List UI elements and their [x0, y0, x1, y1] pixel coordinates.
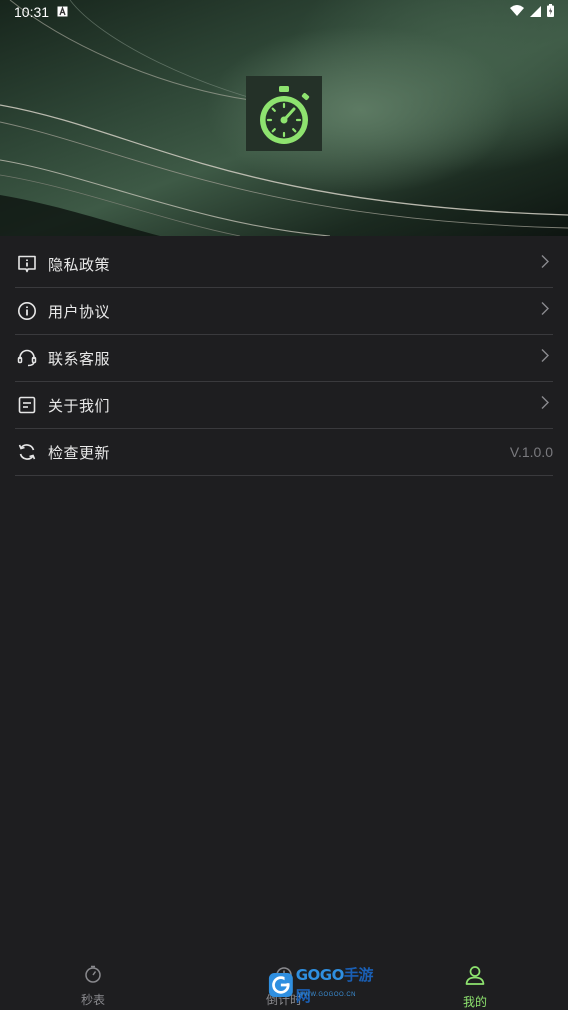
tab-label: 秒表	[80, 993, 105, 1007]
refresh-icon	[16, 441, 38, 463]
wifi-icon	[510, 4, 524, 20]
watermark-g-icon	[268, 973, 293, 997]
chevron-right-icon	[541, 255, 549, 274]
app-version: V.1.0.0	[509, 444, 553, 460]
menu-item-label: 检查更新	[48, 444, 111, 462]
header-banner: 10:31	[0, 0, 568, 236]
menu-item-contact-support[interactable]: 联系客服	[15, 335, 553, 382]
tab-label: 我的	[462, 995, 487, 1009]
watermark-logo: GOGO手游网 WWW.GOGOO.CN	[268, 966, 380, 1005]
stopwatch-logo-icon	[260, 85, 310, 144]
chevron-right-icon	[541, 349, 549, 368]
info-icon	[16, 300, 38, 322]
menu-item-user-agreement[interactable]: 用户协议	[15, 288, 553, 335]
status-time: 10:31	[14, 4, 50, 20]
signal-icon	[530, 4, 541, 20]
menu-item-about-us[interactable]: 关于我们	[15, 382, 553, 429]
chevron-right-icon	[541, 396, 549, 415]
menu-item-label: 联系客服	[48, 350, 111, 368]
menu-item-label: 隐私政策	[48, 256, 111, 274]
menu-item-check-update[interactable]: 检查更新 V.1.0.0	[15, 429, 553, 476]
app-logo	[246, 76, 322, 151]
menu-item-privacy-policy[interactable]: 隐私政策	[15, 241, 553, 288]
stopwatch-icon	[85, 965, 101, 983]
settings-menu: 隐私政策 用户协议 联系客服 关于我们 检查更新 V.1.0.0	[15, 241, 553, 476]
watermark-brand: GOGO手游网	[295, 966, 374, 1005]
privacy-icon	[16, 253, 38, 275]
tab-stopwatch[interactable]: 秒表	[33, 958, 153, 1008]
headset-icon	[16, 347, 38, 369]
watermark-url: WWW.GOGOO.CN	[298, 992, 356, 998]
document-icon	[16, 394, 38, 416]
battery-icon	[547, 4, 554, 20]
tab-mine[interactable]: 我的	[415, 958, 535, 1010]
chevron-right-icon	[541, 302, 549, 321]
menu-item-label: 用户协议	[48, 303, 111, 321]
status-bar: 10:31	[0, 0, 568, 24]
menu-item-label: 关于我们	[48, 397, 111, 415]
notification-icon	[57, 4, 68, 20]
person-icon	[465, 966, 485, 985]
